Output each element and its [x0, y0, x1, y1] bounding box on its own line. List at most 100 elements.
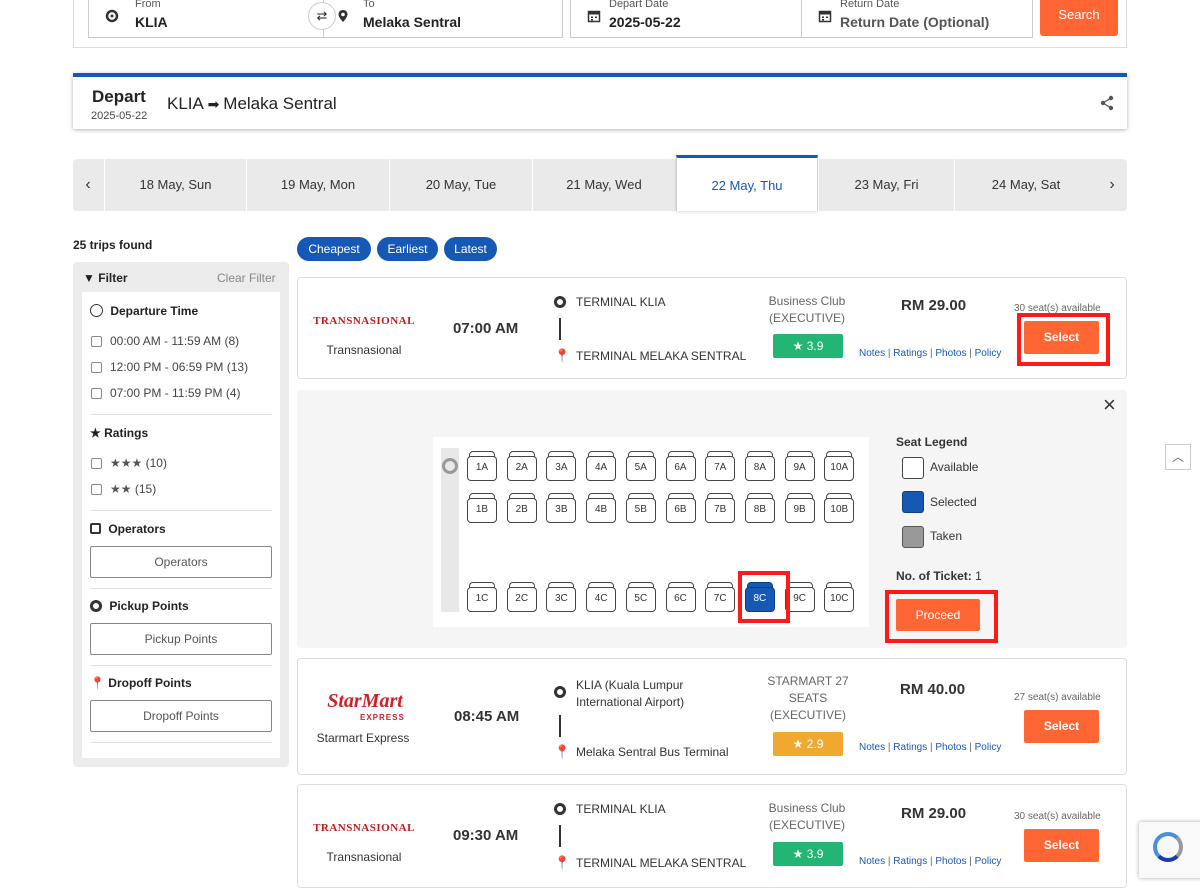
policy-link[interactable]: Policy	[975, 856, 1002, 867]
photos-link[interactable]: Photos	[935, 742, 966, 753]
photos-link[interactable]: Photos	[935, 856, 966, 867]
pickup-points-button[interactable]: Pickup Points	[90, 623, 272, 655]
ratings-link[interactable]: Ratings	[893, 742, 927, 753]
policy-link[interactable]: Policy	[975, 348, 1002, 359]
swap-icon[interactable]: ⇄	[308, 2, 336, 30]
seat-5a[interactable]: 5A	[625, 451, 656, 481]
departure-time-option[interactable]: 07:00 PM - 11:59 PM (4)	[91, 386, 241, 400]
seat-2a[interactable]: 2A	[506, 451, 537, 481]
seat-legend-title: Seat Legend	[896, 435, 968, 449]
seat-7a[interactable]: 7A	[705, 451, 736, 481]
trips-found-count: 25 trips found	[73, 238, 153, 252]
to-field[interactable]: To Melaka Sentral	[323, 0, 563, 38]
select-button[interactable]: Select	[1024, 829, 1099, 862]
seat-6b[interactable]: 6B	[665, 493, 696, 523]
departure-time-option[interactable]: 12:00 PM - 06:59 PM (13)	[91, 360, 248, 374]
rating-option[interactable]: ★★★ (10)	[91, 456, 167, 470]
checkbox[interactable]	[91, 336, 102, 347]
route-line	[559, 715, 561, 737]
trip-links: Notes | Ratings | Photos | Policy	[859, 348, 1002, 359]
seat-9b[interactable]: 9B	[784, 493, 815, 523]
return-date-placeholder: Return Date (Optional)	[840, 14, 990, 30]
seat-2c[interactable]: 2C	[506, 582, 537, 612]
seat-5b[interactable]: 5B	[625, 493, 656, 523]
close-icon[interactable]: ×	[1103, 392, 1116, 418]
scroll-up-chevron-icon[interactable]: ︿	[1165, 444, 1191, 470]
checkbox[interactable]	[91, 484, 102, 495]
sort-latest-button[interactable]: Latest	[444, 237, 497, 261]
sort-earliest-button[interactable]: Earliest	[377, 237, 438, 261]
date-tab[interactable]: 18 May, Sun	[104, 159, 246, 211]
prev-date-chevron-icon[interactable]: ‹	[73, 159, 103, 211]
select-button[interactable]: Select	[1024, 710, 1099, 743]
operators-header: Operators	[90, 522, 166, 536]
seat-4c[interactable]: 4C	[586, 582, 617, 612]
date-tab[interactable]: 20 May, Tue	[389, 159, 532, 211]
photos-link[interactable]: Photos	[935, 348, 966, 359]
star-icon: ★	[792, 339, 804, 353]
origin-stop: KLIA (Kuala Lumpur International Airport…	[576, 678, 685, 709]
date-tab[interactable]: 24 May, Sat	[954, 159, 1097, 211]
seat-4b[interactable]: 4B	[586, 493, 617, 523]
checkbox[interactable]	[91, 458, 102, 469]
seat-1a[interactable]: 1A	[467, 451, 497, 481]
selected-seat-icon	[902, 491, 924, 513]
seat-7b[interactable]: 7B	[705, 493, 736, 523]
seat-4a[interactable]: 4A	[586, 451, 617, 481]
origin-dot-icon	[554, 686, 566, 698]
steering-wheel-icon	[442, 458, 458, 474]
rating-badge: ★ 3.9	[773, 842, 843, 866]
notes-link[interactable]: Notes	[859, 742, 885, 753]
dropoff-points-button[interactable]: Dropoff Points	[90, 700, 272, 732]
date-tab-active[interactable]: 22 May, Thu	[676, 155, 818, 211]
filter-panel: Departure Time 00:00 AM - 11:59 AM (8) 1…	[82, 292, 280, 758]
seat-10a[interactable]: 10A	[824, 451, 855, 481]
legend-available: Available	[930, 460, 979, 474]
seat-7c[interactable]: 7C	[705, 582, 736, 612]
seat-9a[interactable]: 9A	[784, 451, 815, 481]
date-tab[interactable]: 19 May, Mon	[246, 159, 389, 211]
clear-filter-link[interactable]: Clear Filter	[217, 271, 276, 285]
search-button[interactable]: Search	[1040, 0, 1118, 36]
next-date-chevron-icon[interactable]: ›	[1097, 159, 1127, 211]
filter-title: Filter	[98, 271, 128, 285]
seat-6a[interactable]: 6A	[665, 451, 696, 481]
checkbox[interactable]	[91, 362, 102, 373]
route-destination: Melaka Sentral	[223, 94, 337, 113]
seat-1c[interactable]: 1C	[467, 582, 497, 612]
date-tab[interactable]: 23 May, Fri	[818, 159, 954, 211]
seat-1b[interactable]: 1B	[467, 493, 497, 523]
seat-label: 4B	[586, 498, 617, 523]
seat-6c[interactable]: 6C	[665, 582, 696, 612]
rating-option[interactable]: ★★ (15)	[91, 482, 156, 496]
seat-8a[interactable]: 8A	[744, 451, 775, 481]
sort-cheapest-button[interactable]: Cheapest	[297, 237, 371, 261]
seat-2b[interactable]: 2B	[506, 493, 537, 523]
seat-5c[interactable]: 5C	[625, 582, 656, 612]
seat-3c[interactable]: 3C	[546, 582, 577, 612]
from-field[interactable]: From KLIA	[88, 0, 324, 38]
seat-3b[interactable]: 3B	[546, 493, 577, 523]
route-line	[559, 825, 561, 847]
ratings-link[interactable]: Ratings	[893, 856, 927, 867]
seat-10c[interactable]: 10C	[824, 582, 855, 612]
return-date-field[interactable]: Return Date Return Date (Optional)	[801, 0, 1033, 38]
seat-3a[interactable]: 3A	[546, 451, 577, 481]
seat-selection-panel: × 1A 2A 3A 4A 5A 6A 7A 8A 9A 10A 1B 2B 3B 4B 5B 6B 7B 8B 9…	[297, 390, 1127, 648]
operators-button[interactable]: Operators	[90, 546, 272, 578]
ratings-link[interactable]: Ratings	[893, 348, 927, 359]
notes-link[interactable]: Notes	[859, 348, 885, 359]
notes-link[interactable]: Notes	[859, 856, 885, 867]
departure-time-option[interactable]: 00:00 AM - 11:59 AM (8)	[91, 334, 239, 348]
seat-label: 2B	[506, 498, 537, 523]
date-tab[interactable]: 21 May, Wed	[532, 159, 675, 211]
seat-label: 8A	[744, 456, 775, 481]
checkbox[interactable]	[91, 388, 102, 399]
share-icon[interactable]	[1099, 95, 1115, 111]
policy-link[interactable]: Policy	[975, 742, 1002, 753]
departure-time: 07:00 AM	[453, 320, 519, 337]
depart-date-field[interactable]: Depart Date 2025-05-22	[570, 0, 802, 38]
recaptcha-badge[interactable]	[1139, 822, 1200, 878]
seat-8b[interactable]: 8B	[744, 493, 775, 523]
seat-10b[interactable]: 10B	[824, 493, 855, 523]
